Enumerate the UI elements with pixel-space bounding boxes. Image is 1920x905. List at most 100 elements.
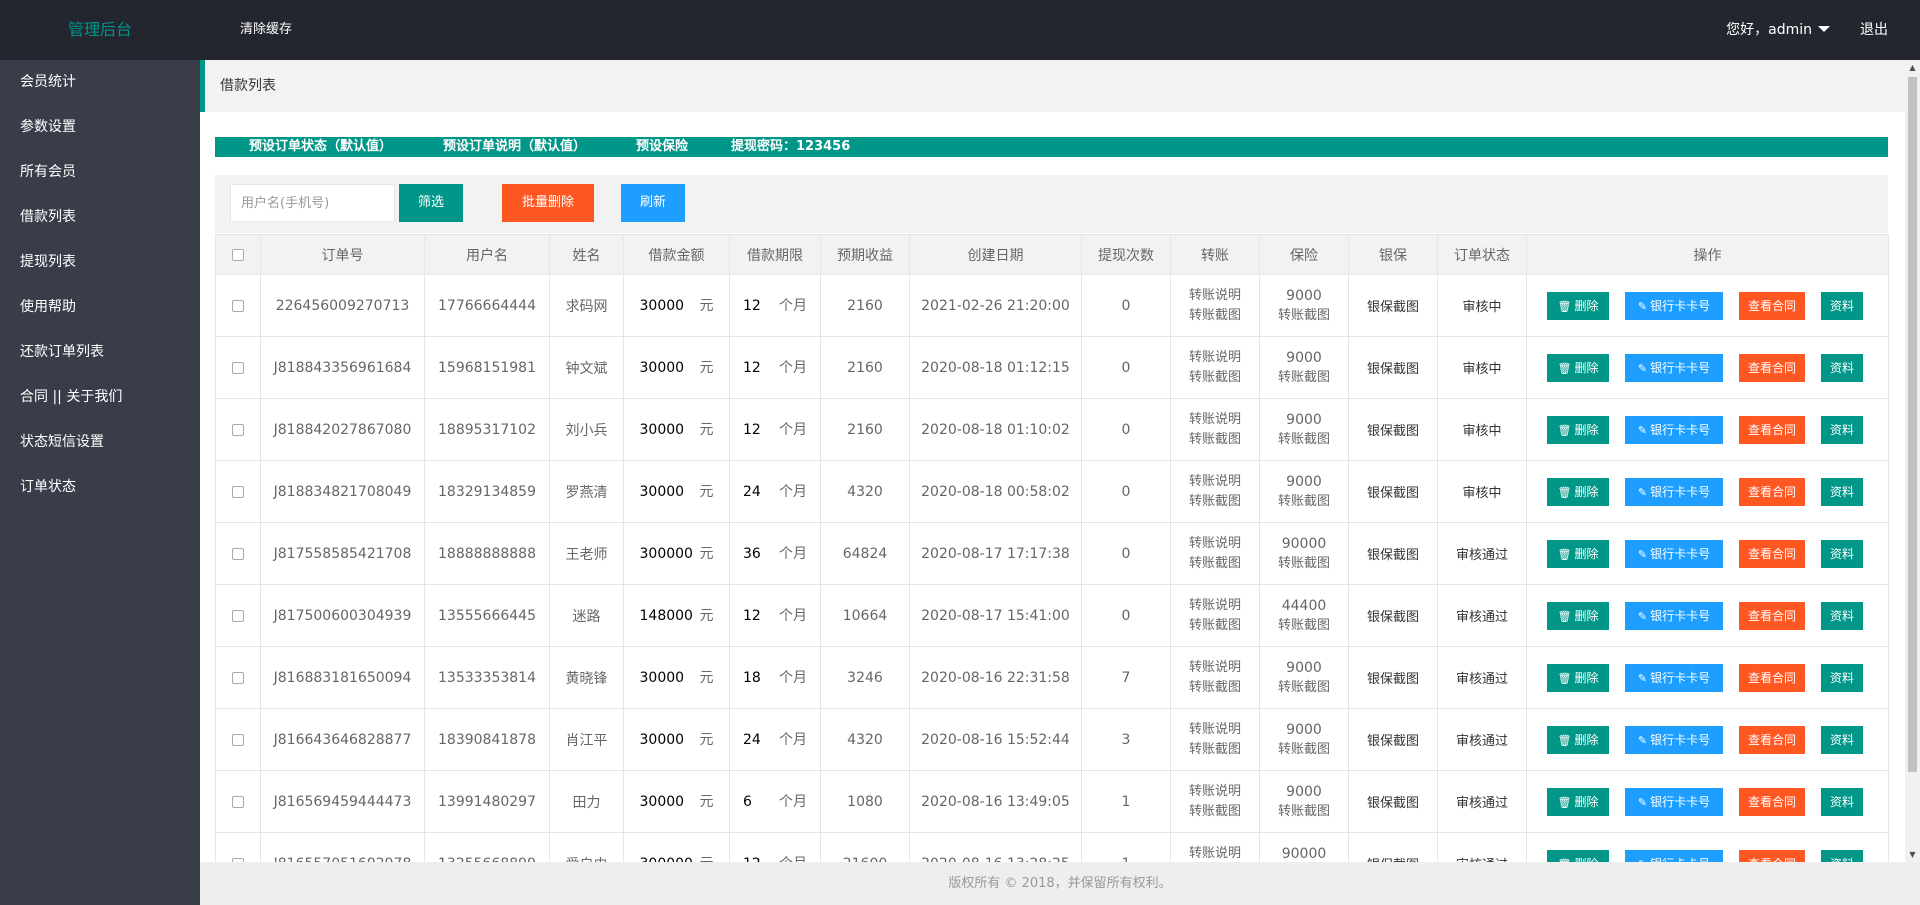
loan-amount-field[interactable]: 300000 (639, 851, 693, 862)
row-checkbox[interactable] (232, 485, 244, 498)
sidebar-item-loan-list[interactable]: 借款列表 (0, 195, 200, 240)
profile-button[interactable]: 资料 (1821, 416, 1863, 444)
batch-delete-button[interactable]: 批量删除 (502, 184, 594, 222)
loan-amount-field[interactable]: 30000 (639, 789, 692, 814)
loan-amount-field[interactable]: 148000 (639, 603, 693, 628)
bank-card-button[interactable]: ✎银行卡卡号 (1625, 726, 1723, 754)
view-contract-button[interactable]: 查看合同 (1739, 478, 1805, 506)
insurance-screenshot-link[interactable]: 转账截图 (1261, 368, 1348, 388)
bank-guarantee-link[interactable]: 银保截图 (1348, 398, 1438, 461)
insurance-screenshot-link[interactable]: 转账截图 (1261, 492, 1348, 512)
delete-button[interactable]: 🗑删除 (1547, 354, 1609, 382)
filter-button[interactable]: 筛选 (399, 184, 463, 222)
sidebar-item-sms-settings[interactable]: 状态短信设置 (0, 420, 200, 465)
transfer-note-link[interactable]: 转账说明 (1172, 720, 1259, 740)
transfer-note-link[interactable]: 转账说明 (1172, 472, 1259, 492)
transfer-screenshot-link[interactable]: 转账截图 (1172, 306, 1259, 326)
bank-card-button[interactable]: ✎银行卡卡号 (1625, 478, 1723, 506)
delete-button[interactable]: 🗑删除 (1547, 416, 1609, 444)
profile-button[interactable]: 资料 (1821, 292, 1863, 320)
sidebar-item-withdraw-list[interactable]: 提现列表 (0, 240, 200, 285)
bank-card-button[interactable]: ✎银行卡卡号 (1625, 664, 1723, 692)
vertical-scrollbar[interactable]: ▲ ▼ (1905, 60, 1920, 862)
row-checkbox[interactable] (232, 361, 244, 374)
bank-guarantee-link[interactable]: 银保截图 (1348, 708, 1438, 771)
bank-card-button[interactable]: ✎银行卡卡号 (1625, 602, 1723, 630)
loan-period-field[interactable]: 6 (743, 789, 771, 814)
loan-period-field[interactable]: 12 (743, 293, 771, 318)
sidebar-item-order-status[interactable]: 订单状态 (0, 465, 200, 510)
clear-cache-link[interactable]: 清除缓存 (240, 0, 292, 60)
profile-button[interactable]: 资料 (1821, 602, 1863, 630)
bank-guarantee-link[interactable]: 银保截图 (1348, 274, 1438, 337)
bank-guarantee-link[interactable]: 银保截图 (1348, 522, 1438, 585)
search-input[interactable] (230, 184, 395, 222)
view-contract-button[interactable]: 查看合同 (1739, 602, 1805, 630)
insurance-screenshot-link[interactable]: 转账截图 (1261, 306, 1348, 326)
transfer-screenshot-link[interactable]: 转账截图 (1172, 616, 1259, 636)
bank-card-button[interactable]: ✎银行卡卡号 (1625, 416, 1723, 444)
bank-guarantee-link[interactable]: 银保截图 (1348, 646, 1438, 709)
insurance-screenshot-link[interactable]: 转账截图 (1261, 430, 1348, 450)
view-contract-button[interactable]: 查看合同 (1739, 726, 1805, 754)
row-checkbox[interactable] (232, 299, 244, 312)
delete-button[interactable]: 🗑删除 (1547, 540, 1609, 568)
profile-button[interactable]: 资料 (1821, 540, 1863, 568)
transfer-screenshot-link[interactable]: 转账截图 (1172, 740, 1259, 760)
view-contract-button[interactable]: 查看合同 (1739, 850, 1805, 862)
delete-button[interactable]: 🗑删除 (1547, 292, 1609, 320)
profile-button[interactable]: 资料 (1821, 478, 1863, 506)
transfer-screenshot-link[interactable]: 转账截图 (1172, 678, 1259, 698)
delete-button[interactable]: 🗑删除 (1547, 788, 1609, 816)
user-menu[interactable]: 您好，admin (1726, 0, 1830, 60)
transfer-screenshot-link[interactable]: 转账截图 (1172, 368, 1259, 388)
scroll-down-arrow-icon[interactable]: ▼ (1905, 847, 1920, 862)
bank-card-button[interactable]: ✎银行卡卡号 (1625, 850, 1723, 862)
preset-order-note-link[interactable]: 预设订单说明（默认值） (443, 137, 586, 157)
row-checkbox[interactable] (232, 733, 244, 746)
delete-button[interactable]: 🗑删除 (1547, 726, 1609, 754)
app-logo[interactable]: 管理后台 (0, 0, 200, 60)
preset-order-status-link[interactable]: 预设订单状态（默认值） (249, 137, 392, 157)
transfer-note-link[interactable]: 转账说明 (1172, 410, 1259, 430)
loan-period-field[interactable]: 12 (743, 603, 771, 628)
sidebar-item-all-members[interactable]: 所有会员 (0, 150, 200, 195)
bank-card-button[interactable]: ✎银行卡卡号 (1625, 354, 1723, 382)
loan-period-field[interactable]: 24 (743, 479, 771, 504)
loan-period-field[interactable]: 18 (743, 665, 771, 690)
sidebar-item-repayment-orders[interactable]: 还款订单列表 (0, 330, 200, 375)
view-contract-button[interactable]: 查看合同 (1739, 788, 1805, 816)
insurance-screenshot-link[interactable]: 转账截图 (1261, 616, 1348, 636)
loan-period-field[interactable]: 36 (743, 541, 771, 566)
transfer-note-link[interactable]: 转账说明 (1172, 782, 1259, 802)
view-contract-button[interactable]: 查看合同 (1739, 540, 1805, 568)
loan-period-field[interactable]: 12 (743, 851, 771, 862)
bank-guarantee-link[interactable]: 银保截图 (1348, 460, 1438, 523)
transfer-note-link[interactable]: 转账说明 (1172, 534, 1259, 554)
scroll-up-arrow-icon[interactable]: ▲ (1905, 60, 1920, 75)
insurance-screenshot-link[interactable]: 转账截图 (1261, 802, 1348, 822)
bank-guarantee-link[interactable]: 银保截图 (1348, 770, 1438, 833)
delete-button[interactable]: 🗑删除 (1547, 850, 1609, 862)
insurance-screenshot-link[interactable]: 转账截图 (1261, 678, 1348, 698)
loan-amount-field[interactable]: 300000 (639, 541, 693, 566)
scroll-thumb[interactable] (1908, 77, 1917, 772)
transfer-note-link[interactable]: 转账说明 (1172, 348, 1259, 368)
insurance-screenshot-link[interactable]: 转账截图 (1261, 554, 1348, 574)
loan-amount-field[interactable]: 30000 (639, 479, 692, 504)
transfer-note-link[interactable]: 转账说明 (1172, 286, 1259, 306)
delete-button[interactable]: 🗑删除 (1547, 602, 1609, 630)
view-contract-button[interactable]: 查看合同 (1739, 664, 1805, 692)
loan-amount-field[interactable]: 30000 (639, 665, 692, 690)
transfer-note-link[interactable]: 转账说明 (1172, 658, 1259, 678)
insurance-screenshot-link[interactable]: 转账截图 (1261, 740, 1348, 760)
loan-period-field[interactable]: 12 (743, 355, 771, 380)
loan-amount-field[interactable]: 30000 (639, 727, 692, 752)
row-checkbox[interactable] (232, 795, 244, 808)
transfer-screenshot-link[interactable]: 转账截图 (1172, 492, 1259, 512)
profile-button[interactable]: 资料 (1821, 726, 1863, 754)
profile-button[interactable]: 资料 (1821, 850, 1863, 862)
sidebar-item-parameters[interactable]: 参数设置 (0, 105, 200, 150)
sidebar-item-help[interactable]: 使用帮助 (0, 285, 200, 330)
select-all-checkbox[interactable] (232, 248, 244, 261)
